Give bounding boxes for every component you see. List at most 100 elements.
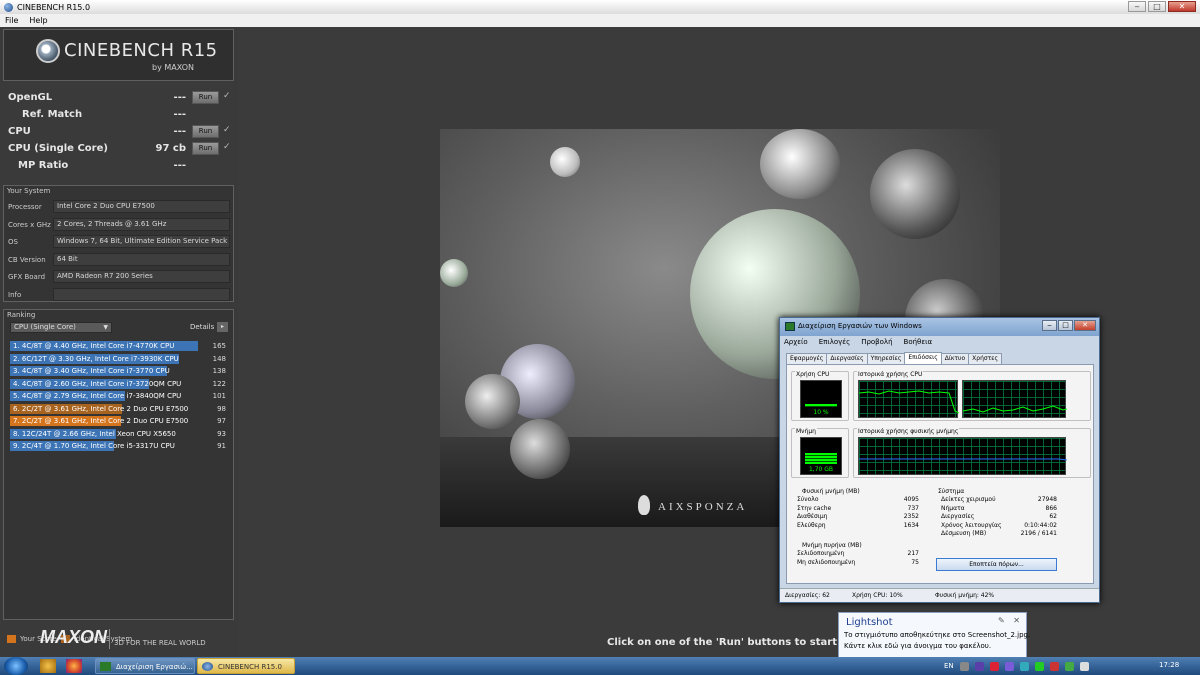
system-row-key: GFX Board: [8, 273, 46, 281]
lightshot-open-folder-link[interactable]: Κάντε κλικ εδώ για άνοιγμα του φακέλου.: [844, 642, 991, 650]
run-cpu-single-button[interactable]: Run: [192, 142, 219, 155]
start-button[interactable]: [4, 657, 28, 675]
tm-tab[interactable]: Χρήστες: [968, 353, 1003, 364]
status-cpu: Χρήση CPU: 10%: [852, 592, 903, 599]
tm-tab[interactable]: Εφαρμογές: [786, 353, 828, 364]
stat-value: 1634: [903, 521, 919, 529]
tray-volume-icon[interactable]: [1079, 661, 1089, 671]
taskbar: Διαχείριση Εργασιώ... CINEBENCH R15.0 EN…: [0, 657, 1200, 675]
tray-app-icon[interactable]: [974, 661, 984, 671]
maximize-button[interactable]: □: [1148, 1, 1166, 12]
system-row-value: Intel Core 2 Duo CPU E7500: [53, 200, 230, 213]
kernel-memory-group: Μνήμη πυρήνα (MB) Σελιδοποιημένη 217 Μη σε…: [791, 542, 931, 573]
cpu-history-line: [858, 390, 960, 414]
tm-menu-file[interactable]: Αρχείο: [784, 338, 808, 346]
ranking-score: 93: [217, 429, 226, 438]
memory-history-graph: [858, 437, 1068, 475]
firefox-icon[interactable]: [66, 659, 82, 673]
ranking-label: 6. 2C/2T @ 3.61 GHz, Intel Core 2 Duo CP…: [13, 404, 189, 413]
stat-key: Διαθέσιμη: [797, 513, 828, 520]
task-manager-menu: Αρχείο Επιλογές Προβολή Βοήθεια: [784, 338, 932, 346]
tm-tab[interactable]: Υπηρεσίες: [866, 353, 906, 364]
ranking-row[interactable]: 7. 2C/2T @ 3.61 GHz, Intel Core 2 Duo CP…: [10, 416, 230, 427]
tm-close-button[interactable]: ✕: [1074, 320, 1096, 331]
cpu-usage-meter: 10 %: [800, 380, 842, 418]
tm-menu-view[interactable]: Προβολή: [861, 338, 892, 346]
ranking-label: 9. 2C/4T @ 1.70 GHz, Intel Core i5-3317U…: [13, 442, 175, 450]
menu-file[interactable]: File: [5, 16, 18, 25]
tm-tab[interactable]: Διεργασίες: [826, 353, 868, 364]
tm-maximize-button[interactable]: □: [1058, 320, 1073, 331]
aixsponza-logo-icon: [638, 495, 650, 515]
task-manager-window[interactable]: Διαχείριση Εργασιών των Windows ‒ □ ✕ Αρ…: [779, 317, 1100, 603]
ranking-row[interactable]: 8. 12C/24T @ 2.66 GHz, Intel Xeon CPU X5…: [10, 428, 230, 440]
close-button[interactable]: ✕: [1168, 1, 1196, 12]
taskbar-item-task-manager[interactable]: Διαχείριση Εργασιώ...: [95, 658, 195, 674]
tm-menu-help[interactable]: Βοήθεια: [904, 338, 933, 346]
system-title: Σύστημα: [937, 488, 966, 495]
bench-label: OpenGL: [8, 92, 53, 103]
run-cpu-button[interactable]: Run: [192, 125, 219, 138]
checkmark-icon[interactable]: ✓: [223, 91, 231, 101]
cpu-history-group: Ιστορικά χρήσης CPU: [853, 371, 1091, 421]
clock[interactable]: 17:28: [1159, 661, 1179, 669]
ranking-row[interactable]: 2. 6C/12T @ 3.30 GHz, Intel Core i7-3930…: [10, 353, 230, 365]
ranking-score: 97: [217, 417, 226, 425]
lightshot-notification[interactable]: Lightshot ✎ ✕ Το στιγμιότυπο αποθηκεύτηκ…: [838, 612, 1030, 660]
tray-amd-icon[interactable]: [1049, 661, 1059, 671]
system-group: Σύστημα Δείκτες χειρισμού 27948 Νήματα 866 Δ…: [935, 488, 1059, 549]
ranking-score: 148: [212, 354, 226, 363]
stat-key: Στην cache: [797, 504, 832, 512]
cinebench-icon: [202, 662, 213, 671]
tm-tab[interactable]: Δίκτυο: [940, 353, 970, 364]
ranking-row[interactable]: 4. 4C/8T @ 2.60 GHz, Intel Core i7-3720Q…: [10, 378, 230, 390]
menu-help[interactable]: Help: [29, 16, 47, 25]
details-toggle-button[interactable]: ▸: [217, 322, 228, 332]
ranking-row[interactable]: 1. 4C/8T @ 4.40 GHz, Intel Core i7-4770K…: [10, 341, 230, 352]
your-system-section: Your System Processor Intel Core 2 Duo CP…: [3, 185, 234, 302]
language-indicator[interactable]: EN: [944, 662, 954, 670]
task-manager-title-bar[interactable]: Διαχείριση Εργασιών των Windows ‒ □ ✕: [780, 318, 1099, 336]
tray-flag-icon[interactable]: [959, 661, 969, 671]
resource-monitor-button[interactable]: Εποπτεία πόρων...: [936, 558, 1057, 571]
system-row-key: Cores x GHz: [8, 220, 51, 229]
bench-value: ---: [173, 92, 186, 103]
tm-tab[interactable]: Επιδόσεις: [904, 352, 942, 364]
status-memory: Φυσική μνήμη: 42%: [935, 592, 995, 599]
checkmark-icon[interactable]: ✓: [223, 125, 231, 135]
system-row: OS Windows 7, 64 Bit, Ultimate Edition Se…: [8, 235, 230, 249]
system-row-value: 64 Bit: [53, 252, 230, 266]
cpu-usage-label: Χρήση CPU: [795, 371, 831, 378]
tm-minimize-button[interactable]: ‒: [1042, 320, 1057, 331]
system-row-key: OS: [8, 238, 18, 246]
ranking-row[interactable]: 6. 2C/2T @ 3.61 GHz, Intel Core 2 Duo CP…: [10, 403, 230, 415]
checkmark-icon[interactable]: ✓: [223, 142, 231, 152]
tm-menu-options[interactable]: Επιλογές: [819, 338, 850, 346]
cpu-usage-fill: [805, 404, 837, 407]
tray-network-icon[interactable]: [1019, 661, 1029, 671]
ranking-row[interactable]: 3. 4C/8T @ 3.40 GHz, Intel Core i7-3770 …: [10, 366, 230, 377]
ranking-score: 165: [212, 342, 226, 350]
tray-antivirus-icon[interactable]: [989, 661, 999, 671]
ranking-select[interactable]: CPU (Single Core) ▼: [10, 322, 112, 333]
task-manager-icon: [785, 322, 795, 331]
ranking-row[interactable]: 5. 4C/8T @ 2.79 GHz, Intel Core i7-3840Q…: [10, 391, 230, 402]
system-row: Processor Intel Core 2 Duo CPU E7500: [8, 200, 230, 214]
minimize-button[interactable]: ‒: [1128, 1, 1146, 12]
ranking-row[interactable]: 9. 2C/4T @ 1.70 GHz, Intel Core i5-3317U…: [10, 441, 230, 452]
system-row-value: 2 Cores, 2 Threads @ 3.61 GHz: [53, 217, 230, 231]
tray-update-icon[interactable]: [1064, 661, 1074, 671]
taskbar-item-cinebench[interactable]: CINEBENCH R15.0: [197, 658, 295, 674]
close-icon[interactable]: ✕: [1013, 616, 1020, 625]
stat-key: Νήματα: [941, 504, 965, 512]
pinned-app-icon[interactable]: [40, 659, 56, 673]
pin-icon[interactable]: ✎: [998, 616, 1005, 625]
run-opengl-button[interactable]: Run: [192, 91, 219, 104]
render-sphere: [760, 129, 840, 199]
lightshot-title: Lightshot: [846, 617, 893, 628]
tray-taskmgr-icon[interactable]: [1034, 661, 1044, 671]
tray-lightshot-icon[interactable]: [1004, 661, 1014, 671]
taskbar-item-label: Διαχείριση Εργασιώ...: [116, 663, 193, 671]
cpu-usage-value: 10 %: [813, 409, 829, 416]
stat-row: Χρόνος λειτουργίας 0:10:44:02: [941, 522, 1057, 530]
